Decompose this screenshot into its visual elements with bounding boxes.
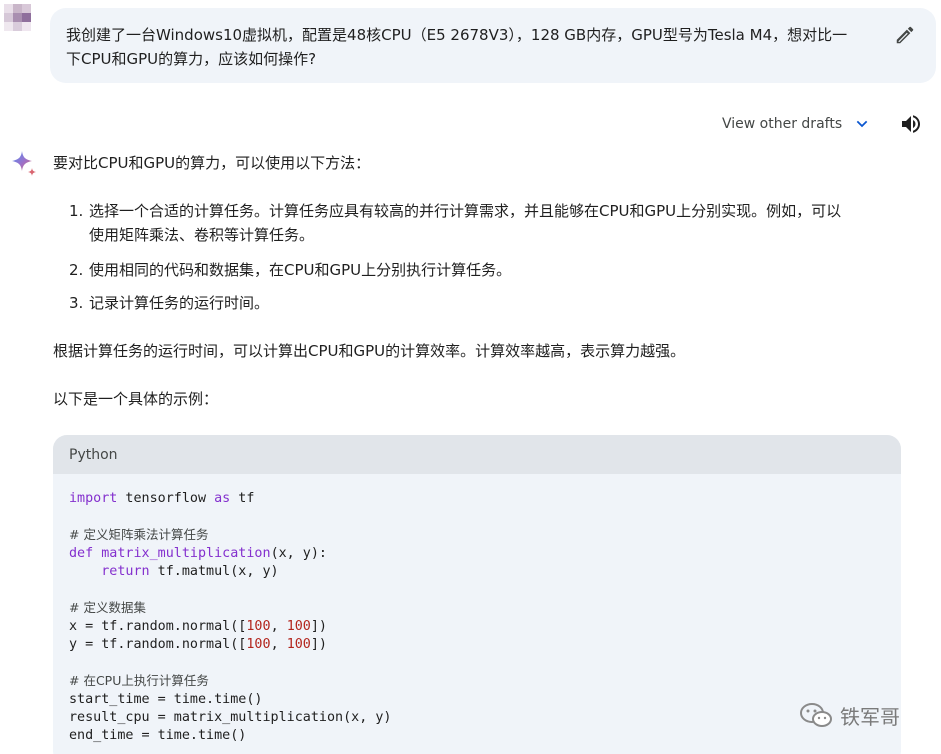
code-line: import tensorflow as tf [69,491,255,506]
code-line: # 在CPU上执行计算任务 [69,673,209,688]
list-number: 1. [69,202,84,220]
code-line: end_time = time.time() [69,728,247,743]
code-line: def matrix_multiplication(x, y): [69,546,327,561]
chevron-down-icon [856,120,868,128]
code-line: # 定义数据集 [69,600,146,615]
user-prompt-line: 下CPU和GPU的算力，应该如何操作? [66,50,317,68]
code-line: # 定义矩阵乘法计算任务 [69,527,209,542]
response-paragraph: 以下是一个具体的示例： [53,390,219,408]
list-number: 2. [69,261,84,279]
list-item-text: 使用矩阵乘法、卷积等计算任务。 [89,226,315,244]
list-item: 2. 使用相同的代码和数据集，在CPU和GPU上分别执行计算任务。 [69,258,899,282]
code-content[interactable]: import tensorflow as tf # 定义矩阵乘法计算任务 def … [69,490,391,745]
wechat-icon [800,703,832,727]
view-other-drafts-label: View other drafts [722,116,843,132]
code-line: return tf.matmul(x, y) [101,564,279,579]
list-number: 3. [69,294,84,312]
code-block-header: Python [53,435,901,474]
speaker-icon[interactable] [899,112,923,136]
list-item-text: 选择一个合适的计算任务。计算任务应具有较高的并行计算需求，并且能够在CPU和GP… [89,202,842,220]
user-prompt-text: 我创建了一台Windows10虚拟机，配置是48核CPU（E5 2678V3），… [66,23,876,71]
code-line: result_cpu = matrix_multiplication(x, y) [69,710,392,725]
user-prompt-bubble: 我创建了一台Windows10虚拟机，配置是48核CPU（E5 2678V3），… [50,8,936,83]
code-block: Python import tensorflow as tf # 定义矩阵乘法计… [53,435,901,754]
response-paragraph: 根据计算任务的运行时间，可以计算出CPU和GPU的计算效率。计算效率越高，表示算… [53,342,686,360]
code-line: x = tf.random.normal([100, 100]) [69,619,327,634]
list-item: 1. 选择一个合适的计算任务。计算任务应具有较高的并行计算需求，并且能够在CPU… [69,199,899,247]
watermark-text: 铁军哥 [840,704,900,729]
sparkle-icon [12,151,36,176]
list-item: 3. 记录计算任务的运行时间。 [69,291,899,315]
user-prompt-line: 我创建了一台Windows10虚拟机，配置是48核CPU（E5 2678V3），… [66,26,848,44]
code-line: y = tf.random.normal([100, 100]) [69,637,327,652]
edit-pencil-icon[interactable] [894,24,916,46]
watermark: 铁军哥 [798,697,900,733]
list-item-text: 使用相同的代码和数据集，在CPU和GPU上分别执行计算任务。 [89,261,512,279]
user-avatar [4,4,38,36]
code-language-label: Python [69,446,118,463]
view-other-drafts-button[interactable]: View other drafts [722,114,870,134]
code-line: start_time = time.time() [69,692,263,707]
list-item-text: 记录计算任务的运行时间。 [89,294,270,312]
response-intro: 要对比CPU和GPU的算力，可以使用以下方法： [53,154,371,172]
